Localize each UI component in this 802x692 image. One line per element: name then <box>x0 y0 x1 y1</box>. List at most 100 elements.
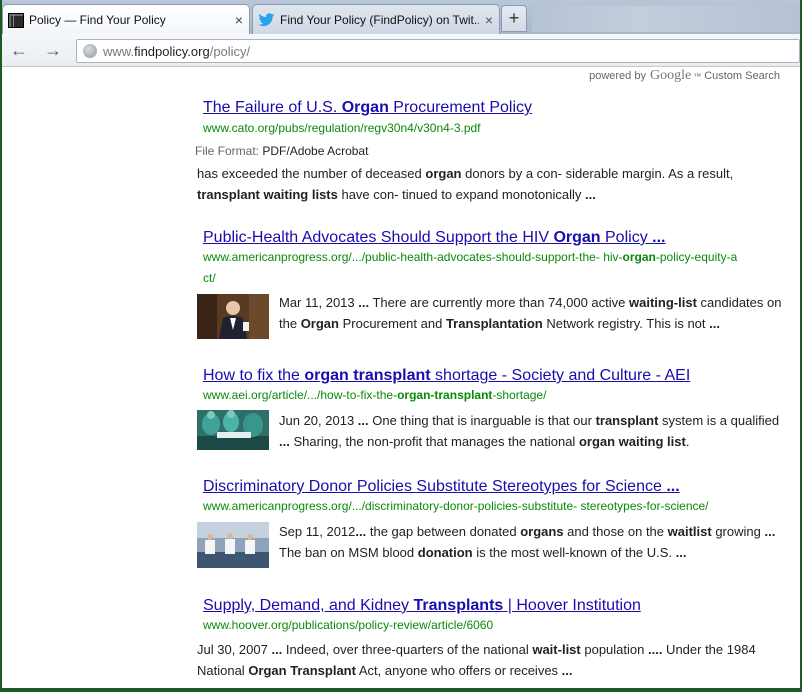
snippet-line: ... Sharing, the non-profit that manages… <box>279 431 779 452</box>
snippet-text: the gap between donated <box>366 524 521 539</box>
snippet-ellipsis: ... <box>561 663 573 678</box>
title-text: Policy <box>600 229 653 246</box>
snippet-date: Jun 20, 2013 <box>279 413 358 428</box>
result-snippet: Jul 30, 2007 ... Indeed, over three-quar… <box>197 639 756 681</box>
title-highlight: Organ <box>553 229 601 246</box>
result-title-link[interactable]: Supply, Demand, and Kidney Transplants |… <box>203 597 641 615</box>
result-thumbnail-person[interactable] <box>197 294 269 339</box>
snippet-highlight: wait-list <box>532 642 581 657</box>
snippet-text: Sharing, the non-profit that manages the… <box>289 434 579 449</box>
snippet-line: Sep 11, 2012... the gap between donated … <box>279 521 775 542</box>
snippet-text: Act, anyone who offers or receives <box>355 663 562 678</box>
snippet-line: National Organ Transplant Act, anyone wh… <box>197 660 756 681</box>
trademark-mark: ™ <box>693 71 702 81</box>
forward-button[interactable]: → <box>40 40 66 62</box>
tab-policy[interactable]: Policy — Find Your Policy × <box>2 4 250 35</box>
result-url: www.hoover.org/publications/policy-revie… <box>203 618 494 632</box>
title-text: Public-Health Advocates Should Support t… <box>203 229 554 246</box>
result-snippet: Jun 20, 2013 ... One thing that is inarg… <box>279 410 779 452</box>
snippet-text: Under the 1984 <box>662 642 756 657</box>
snippet-highlight: Transplantation <box>445 316 543 331</box>
snippet-text: Network registry. This is not <box>542 316 710 331</box>
snippet-text: Procurement and <box>338 316 446 331</box>
snippet-text: and those on the <box>563 524 668 539</box>
result-thumbnail-surgery[interactable] <box>197 410 269 450</box>
result-url-continued: ct/ <box>203 271 216 285</box>
snippet-date: Mar 11, 2013 <box>279 295 359 310</box>
file-format-label: File Format: <box>195 144 260 158</box>
snippet-date: Jul 30, 2007 <box>197 642 272 657</box>
snippet-highlight: donation <box>417 545 473 560</box>
result-title-link[interactable]: Public-Health Advocates Should Support t… <box>203 229 665 247</box>
snippet-date: Sep 11, 2012 <box>279 524 356 539</box>
url-highlight: organ <box>622 250 656 264</box>
snippet-text: system is a qualified <box>658 413 780 428</box>
new-tab-button[interactable]: + <box>501 5 527 32</box>
navigation-bar: ← → www. findpolicy.org/policy/ <box>2 34 800 67</box>
result-thumbnail-blood-donation[interactable] <box>197 522 269 568</box>
title-text: The Failure of U.S. <box>203 99 342 116</box>
snippet-ellipsis: ... <box>675 545 687 560</box>
snippet-text: . <box>685 434 690 449</box>
snippet-ellipsis: ... <box>358 295 370 310</box>
url-host: findpolicy.org <box>134 43 210 59</box>
powered-by-google: powered by Google ™ Custom Search <box>589 68 780 84</box>
snippet-text: The ban on MSM blood <box>279 545 418 560</box>
snippet-text: have con- tinued to expand monotonically <box>337 187 586 202</box>
title-highlight: Transplants <box>413 597 504 614</box>
box-favicon-icon <box>8 12 24 28</box>
close-tab-icon[interactable]: × <box>229 12 249 28</box>
snippet-highlight: organ waiting list <box>578 434 686 449</box>
result-title-link[interactable]: Discriminatory Donor Policies Substitute… <box>203 478 680 496</box>
snippet-highlight: organs <box>520 524 564 539</box>
tab-twitter[interactable]: Find Your Policy (FindPolicy) on Twit...… <box>252 4 500 34</box>
close-tab-icon[interactable]: × <box>479 12 499 28</box>
snippet-ellipsis: ... <box>355 524 367 539</box>
result-snippet: Sep 11, 2012... the gap between donated … <box>279 521 775 563</box>
title-ellipsis: ... <box>652 229 666 246</box>
snippet-highlight: Organ Transplant <box>248 663 356 678</box>
title-text: How to fix the <box>203 367 305 384</box>
snippet-ellipsis: ... <box>709 316 720 331</box>
url-highlight: organ-transplant <box>397 388 493 402</box>
snippet-text: There are currently more than 74,000 act… <box>369 295 630 310</box>
result-title-link[interactable]: The Failure of U.S. Organ Procurement Po… <box>203 99 532 117</box>
snippet-line: the Organ Procurement and Transplantatio… <box>279 313 781 334</box>
file-format-value: PDF/Adobe Acrobat <box>262 144 369 158</box>
twitter-bird-icon <box>258 12 275 26</box>
custom-search-label: Custom Search <box>704 70 780 82</box>
tab-title: Policy — Find Your Policy <box>29 13 166 27</box>
title-text: shortage - Society and Culture - AEI <box>430 367 691 384</box>
result-snippet: Mar 11, 2013 ... There are currently mor… <box>279 292 781 334</box>
snippet-ellipsis: ... <box>271 642 283 657</box>
back-button[interactable]: ← <box>6 40 32 62</box>
url-path: /policy/ <box>209 43 251 59</box>
snippet-highlight: Organ <box>300 316 339 331</box>
page-content: powered by Google ™ Custom Search The Fa… <box>2 68 800 692</box>
snippet-text: growing <box>711 524 765 539</box>
snippet-text: has exceeded the number of deceased <box>197 166 426 181</box>
snippet-text: candidates on <box>696 295 782 310</box>
title-highlight: organ transplant <box>304 367 431 384</box>
google-logo: Google <box>649 68 692 83</box>
snippet-highlight: waitlist <box>667 524 712 539</box>
url-text: www.americanprogress.org/.../public-heal… <box>203 250 623 264</box>
title-highlight: Organ <box>341 99 389 116</box>
snippet-highlight: waiting-list <box>629 295 697 310</box>
url-text: -shortage/ <box>492 388 547 402</box>
address-bar[interactable]: www. findpolicy.org/policy/ <box>76 39 800 63</box>
file-format: File Format: PDF/Adobe Acrobat <box>195 144 368 158</box>
result-url: www.cato.org/pubs/regulation/regv30n4/v3… <box>203 121 481 135</box>
tab-title: Find Your Policy (FindPolicy) on Twit... <box>280 12 479 27</box>
snippet-ellipsis: ... <box>357 413 369 428</box>
blood-donation-photo-image <box>197 522 269 568</box>
snippet-line: transplant waiting lists have con- tinue… <box>197 184 733 205</box>
result-snippet: has exceeded the number of deceased orga… <box>197 163 733 205</box>
snippet-text: National <box>197 663 249 678</box>
result-url: www.aei.org/article/.../how-to-fix-the-o… <box>203 388 546 402</box>
result-title-link[interactable]: How to fix the organ transplant shortage… <box>203 367 690 385</box>
result-url: www.americanprogress.org/.../public-heal… <box>203 250 737 264</box>
snippet-line: Jul 30, 2007 ... Indeed, over three-quar… <box>197 639 756 660</box>
snippet-highlight: transplant <box>595 413 659 428</box>
person-photo-image <box>197 294 269 339</box>
